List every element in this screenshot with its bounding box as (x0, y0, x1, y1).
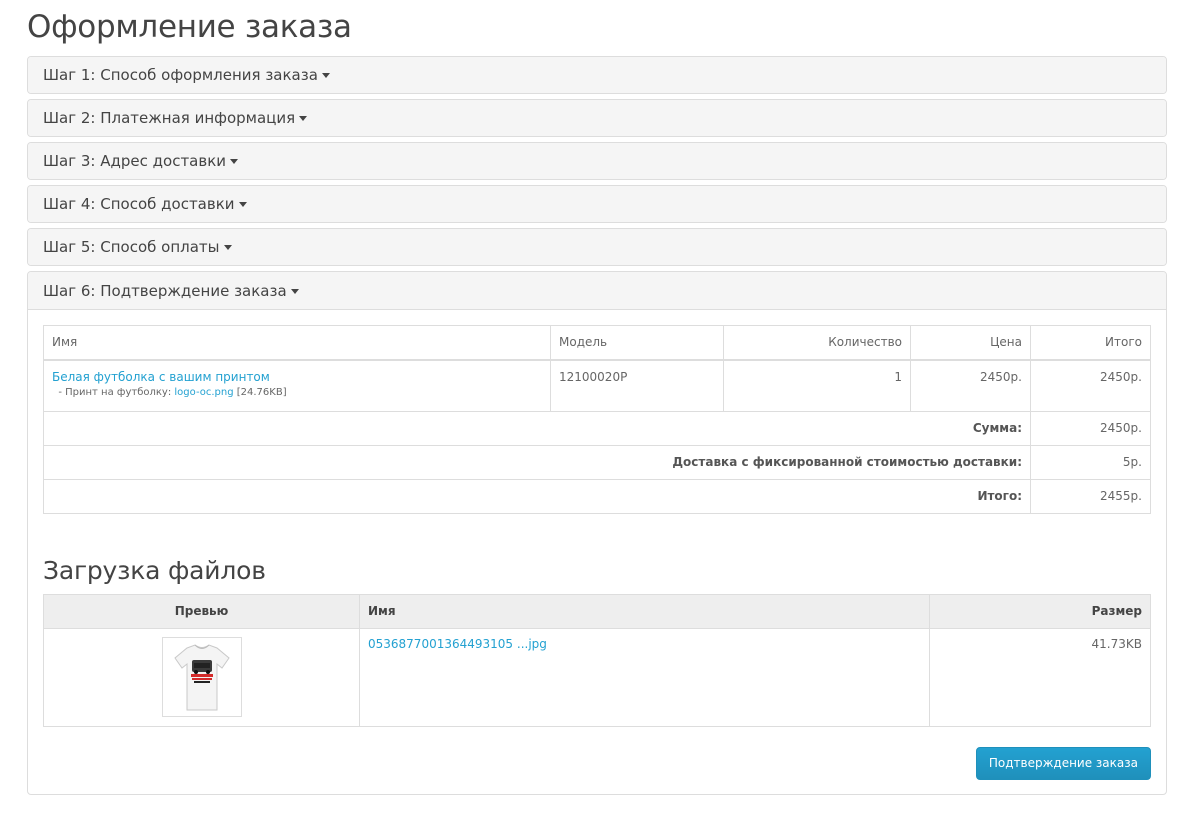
preview-cell (43, 628, 360, 727)
step-1-label: Шаг 1: Способ оформления заказа (43, 66, 318, 84)
option-size: [24.76KB] (236, 387, 287, 398)
option-file-link[interactable]: logo-oc.png (174, 387, 233, 398)
product-option: - Принт на футболку: logo-oc.png [24.76K… (52, 386, 542, 400)
header-price: Цена (910, 325, 1031, 361)
step-2-heading[interactable]: Шаг 2: Платежная информация (28, 100, 1166, 136)
button-bar: Подтверждение заказа (43, 747, 1151, 780)
uploads-table: Превью Имя Размер 0536877001364493105 ..… (43, 594, 1151, 727)
header-name: Имя (43, 325, 551, 361)
caret-down-icon (230, 159, 239, 164)
step-2-panel: Шаг 2: Платежная информация (27, 99, 1167, 137)
step-4-panel: Шаг 4: Способ доставки (27, 185, 1167, 223)
step-4-heading[interactable]: Шаг 4: Способ доставки (28, 186, 1166, 222)
step-6-label: Шаг 6: Подтверждение заказа (43, 282, 287, 300)
page-title: Оформление заказа (27, 9, 352, 45)
header-file-name: Имя (359, 594, 930, 629)
file-name-link[interactable]: 0536877001364493105 ...jpg (368, 637, 547, 651)
total-value: 2455р. (1030, 479, 1151, 514)
header-model: Модель (550, 325, 724, 361)
step-3-label: Шаг 3: Адрес доставки (43, 152, 227, 170)
uploads-title: Загрузка файлов (43, 556, 266, 585)
file-size: 41.73KB (929, 628, 1151, 727)
table-row: Белая футболка с вашим принтом - Принт н… (43, 359, 1151, 412)
step-4-label: Шаг 4: Способ доставки (43, 195, 235, 213)
option-label: - Принт на футболку: (58, 387, 172, 398)
header-size: Размер (929, 594, 1151, 629)
confirm-order-button[interactable]: Подтверждение заказа (975, 747, 1151, 780)
caret-down-icon (299, 116, 308, 121)
order-table: Имя Модель Количество Цена Итого Белая ф… (43, 325, 1151, 514)
tshirt-svg (164, 640, 239, 714)
caret-down-icon (238, 202, 247, 207)
step-1-heading[interactable]: Шаг 1: Способ оформления заказа (28, 57, 1166, 93)
file-name-cell: 0536877001364493105 ...jpg (359, 628, 930, 727)
table-row: 0536877001364493105 ...jpg 41.73KB (43, 628, 1151, 727)
checkout-page: Оформление заказа Шаг 1: Способ оформлен… (27, 0, 1167, 800)
shipping-value: 5р. (1030, 445, 1151, 480)
total-label: Итого: (977, 489, 1022, 503)
order-table-header: Имя Модель Количество Цена Итого (43, 325, 1151, 361)
step-6-panel: Шаг 6: Подтверждение заказа Имя Модель К… (27, 271, 1167, 795)
tshirt-image-icon[interactable] (161, 637, 242, 717)
product-model: 12100020P (550, 359, 724, 412)
step-5-heading[interactable]: Шаг 5: Способ оплаты (28, 229, 1166, 265)
shipping-label: Доставка с фиксированной стоимостью дост… (672, 455, 1022, 469)
product-total: 2450р. (1030, 359, 1151, 412)
subtotal-value: 2450р. (1030, 411, 1151, 446)
step-5-label: Шаг 5: Способ оплаты (43, 238, 220, 256)
caret-down-icon (321, 73, 330, 78)
product-quantity: 1 (723, 359, 911, 412)
header-quantity: Количество (723, 325, 911, 361)
header-preview: Превью (43, 594, 360, 629)
product-price: 2450р. (910, 359, 1031, 412)
step-2-label: Шаг 2: Платежная информация (43, 109, 296, 127)
subtotal-label: Сумма: (972, 421, 1022, 435)
step-6-heading[interactable]: Шаг 6: Подтверждение заказа (28, 272, 1166, 310)
step-3-panel: Шаг 3: Адрес доставки (27, 142, 1167, 180)
uploads-table-header: Превью Имя Размер (43, 594, 1151, 629)
total-row: Итого: 2455р. (43, 479, 1151, 514)
step-6-body: Имя Модель Количество Цена Итого Белая ф… (28, 310, 1166, 794)
step-1-panel: Шаг 1: Способ оформления заказа (27, 56, 1167, 94)
subtotal-row: Сумма: 2450р. (43, 411, 1151, 446)
caret-down-icon (223, 245, 232, 250)
product-cell: Белая футболка с вашим принтом - Принт н… (43, 359, 551, 412)
step-3-heading[interactable]: Шаг 3: Адрес доставки (28, 143, 1166, 179)
caret-down-icon (290, 289, 299, 294)
shipping-row: Доставка с фиксированной стоимостью дост… (43, 445, 1151, 480)
step-5-panel: Шаг 5: Способ оплаты (27, 228, 1167, 266)
header-total: Итого (1030, 325, 1151, 361)
product-name-link[interactable]: Белая футболка с вашим принтом (52, 370, 270, 384)
